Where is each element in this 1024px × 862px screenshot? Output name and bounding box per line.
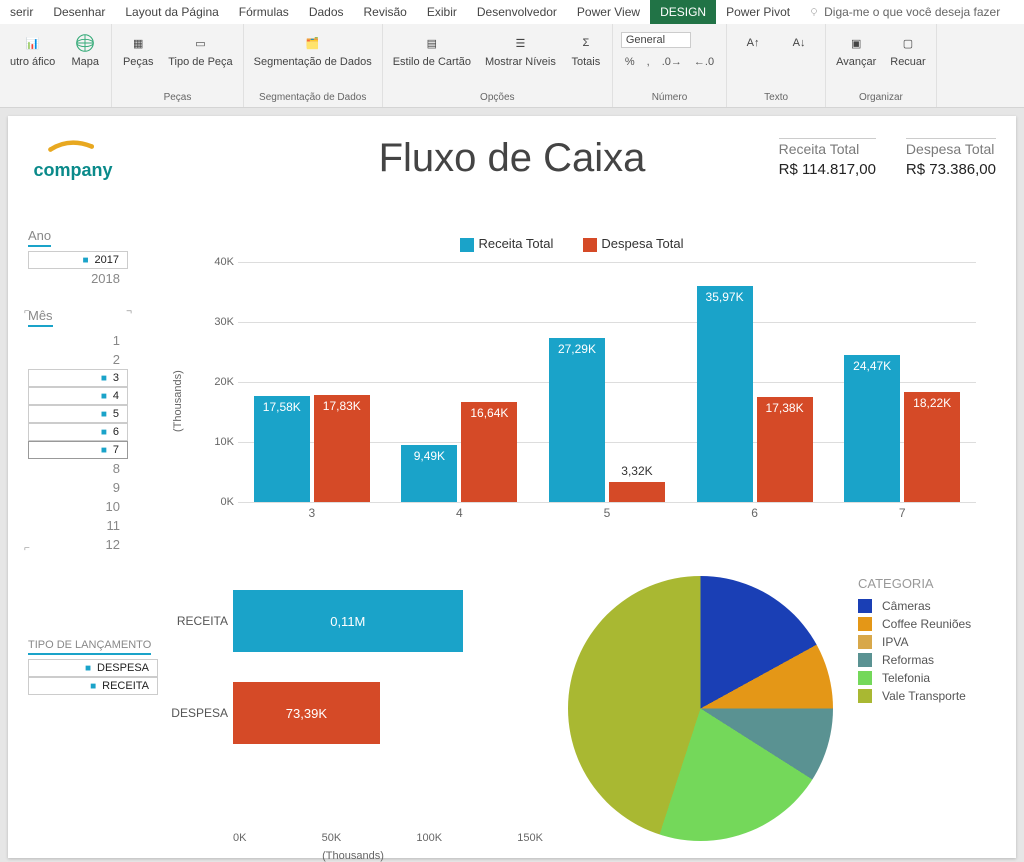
slicer-mes[interactable]: ⌐¬ Mês 123456789101112 ⌐ xyxy=(28,306,128,554)
powerview-canvas[interactable]: company Fluxo de Caixa Receita Total R$ … xyxy=(8,116,1016,858)
slicer-header: Ano xyxy=(28,226,51,247)
bar[interactable]: 17,83K xyxy=(314,395,370,502)
send-backward-button[interactable]: ▢Recuar xyxy=(886,30,929,71)
bar[interactable]: 27,29K xyxy=(549,338,605,502)
segmentacao-button[interactable]: 🗂️Segmentação de Dados xyxy=(250,30,376,71)
x-tick: 5 xyxy=(533,506,681,520)
chart-legend: Receita Total Despesa Total xyxy=(168,236,976,252)
legend-item: Vale Transporte xyxy=(858,687,971,705)
bar-chart-main[interactable]: Receita Total Despesa Total (Thousands) … xyxy=(168,236,976,556)
x-tick: 7 xyxy=(828,506,976,520)
slicer-item[interactable]: 8 xyxy=(28,459,128,478)
slicer-ano[interactable]: Ano 20172018 xyxy=(28,226,128,288)
map-button[interactable]: Mapa xyxy=(65,30,105,71)
slicer-item[interactable]: DESPESA xyxy=(28,659,158,677)
kpi-receita: Receita Total R$ 114.817,00 xyxy=(779,138,876,178)
bar[interactable]: 24,47K xyxy=(844,355,900,502)
legend-item: Reformas xyxy=(858,651,971,669)
ribbon-group-label: Texto xyxy=(764,92,788,105)
kpi-despesa: Despesa Total R$ 73.386,00 xyxy=(906,138,996,178)
slicer-tipo[interactable]: TIPO DE LANÇAMENTO DESPESARECEITA xyxy=(28,636,158,695)
y-axis-label: (Thousands) xyxy=(172,370,184,432)
bring-forward-button[interactable]: ▣Avançar xyxy=(832,30,880,71)
number-format-select[interactable]: General xyxy=(621,32,691,48)
tab-strip: serirDesenharLayout da PáginaFórmulasDad… xyxy=(0,0,1024,24)
bar-chart-totals[interactable]: RECEITA0,11MDESPESA73,39K 0K50K100K150K … xyxy=(163,576,543,856)
legend-item: IPVA xyxy=(858,633,971,651)
tab-layout-da-página[interactable]: Layout da Página xyxy=(115,0,228,24)
pecas-button[interactable]: ▦Peças xyxy=(118,30,158,71)
legend-item: Telefonia xyxy=(858,669,971,687)
slicer-item[interactable]: 2017 xyxy=(28,251,128,269)
slicer-item[interactable]: 12 xyxy=(28,535,128,554)
tab-serir[interactable]: serir xyxy=(0,0,43,24)
tab-desenvolvedor[interactable]: Desenvolvedor xyxy=(467,0,567,24)
estilo-cartao-button[interactable]: ▤Estilo de Cartão xyxy=(389,30,475,71)
tab-revisão[interactable]: Revisão xyxy=(354,0,417,24)
bar[interactable]: 3,32K xyxy=(609,482,665,502)
slicer-item[interactable]: 10 xyxy=(28,497,128,516)
tab-power-pivot[interactable]: Power Pivot xyxy=(716,0,800,24)
slicer-item[interactable]: RECEITA xyxy=(28,677,158,695)
legend-swatch-receita xyxy=(460,238,474,252)
tab-design[interactable]: DESIGN xyxy=(650,0,716,24)
x-tick: 3 xyxy=(238,506,386,520)
slicer-item[interactable]: 6 xyxy=(28,423,128,441)
tab-desenhar[interactable]: Desenhar xyxy=(43,0,115,24)
ribbon-group-label: Peças xyxy=(164,92,192,105)
decrease-decimal-button[interactable]: ←.0 xyxy=(690,54,718,70)
bar[interactable]: 9,49K xyxy=(401,445,457,502)
totais-button[interactable]: ΣTotais xyxy=(566,30,606,71)
comma-button[interactable]: , xyxy=(643,54,654,70)
bar[interactable]: 18,22K xyxy=(904,392,960,501)
x-axis-label: (Thousands) xyxy=(163,850,543,862)
bar[interactable]: 17,38K xyxy=(757,397,813,501)
legend-item: Coffee Reuniões xyxy=(858,615,971,633)
slicer-item[interactable]: 9 xyxy=(28,478,128,497)
increase-decimal-button[interactable]: .0→ xyxy=(658,54,686,70)
ribbon-group-label: Número xyxy=(652,92,688,105)
legend-swatch-despesa xyxy=(583,238,597,252)
slicer-item[interactable]: 7 xyxy=(28,441,128,459)
ribbon: 📊utro áfico Mapa ▦Peças ▭Tipo de Peça Pe… xyxy=(0,24,1024,108)
ribbon-group-label: Opções xyxy=(480,92,514,105)
ribbon-group-label: Segmentação de Dados xyxy=(259,92,366,105)
tab-dados[interactable]: Dados xyxy=(299,0,354,24)
mostrar-niveis-button[interactable]: ☰Mostrar Níveis xyxy=(481,30,560,71)
other-chart-button[interactable]: 📊utro áfico xyxy=(6,30,59,71)
slicer-item[interactable]: 5 xyxy=(28,405,128,423)
slicer-header: Mês xyxy=(28,306,53,327)
slicer-header: TIPO DE LANÇAMENTO xyxy=(28,637,151,655)
slicer-item[interactable]: 2018 xyxy=(28,269,128,288)
slicer-item[interactable]: 1 xyxy=(28,331,128,350)
bar[interactable]: 16,64K xyxy=(461,402,517,502)
tipo-peca-button[interactable]: ▭Tipo de Peça xyxy=(164,30,236,71)
x-tick: 6 xyxy=(681,506,829,520)
x-tick: 4 xyxy=(386,506,534,520)
percent-button[interactable]: % xyxy=(621,54,639,70)
slicer-item[interactable]: 3 xyxy=(28,369,128,387)
bar[interactable]: 35,97K xyxy=(697,286,753,502)
pie-legend: CATEGORIA CâmerasCoffee ReuniõesIPVARefo… xyxy=(858,576,971,705)
tab-fórmulas[interactable]: Fórmulas xyxy=(229,0,299,24)
tab-power-view[interactable]: Power View xyxy=(567,0,650,24)
hbar-row[interactable]: DESPESA73,39K xyxy=(233,678,380,748)
slicer-item[interactable]: 11 xyxy=(28,516,128,535)
slicer-item[interactable]: 2 xyxy=(28,350,128,369)
tell-me-search[interactable]: Diga-me o que você deseja fazer xyxy=(800,0,1008,24)
ribbon-group-label: Organizar xyxy=(859,92,903,105)
legend-item: Câmeras xyxy=(858,597,971,615)
slicer-item[interactable]: 4 xyxy=(28,387,128,405)
pie-chart-categoria[interactable] xyxy=(568,576,833,841)
hbar-row[interactable]: RECEITA0,11M xyxy=(233,586,463,656)
decrease-font-button[interactable]: A↓ xyxy=(779,30,819,56)
increase-font-button[interactable]: A↑ xyxy=(733,30,773,56)
bar[interactable]: 17,58K xyxy=(254,396,310,501)
tab-exibir[interactable]: Exibir xyxy=(417,0,467,24)
